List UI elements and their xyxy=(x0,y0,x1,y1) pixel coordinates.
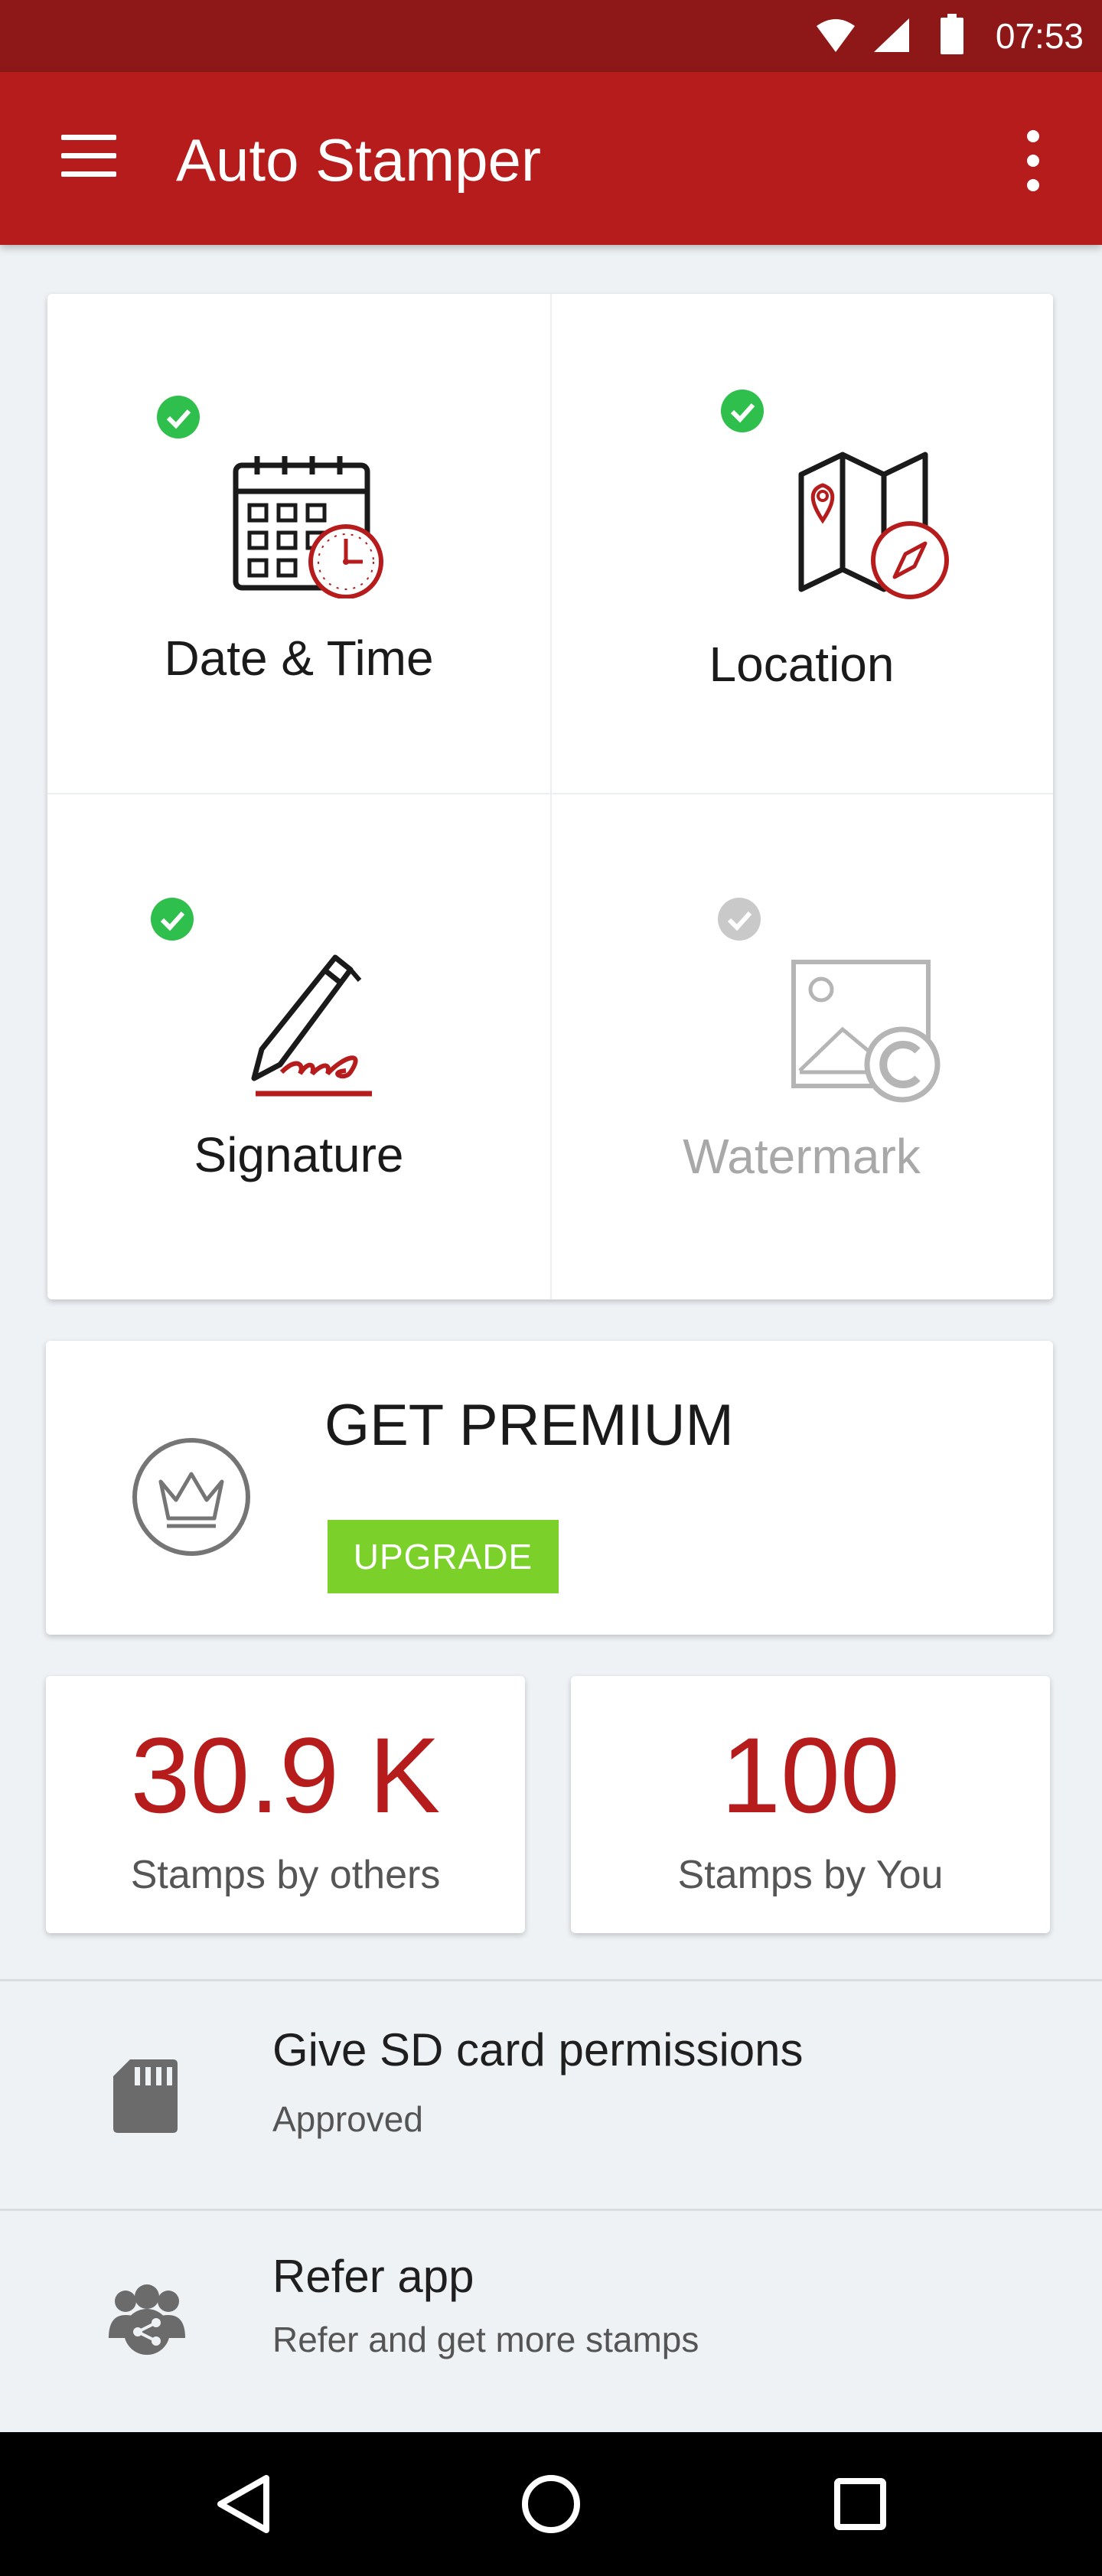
more-vert-icon[interactable] xyxy=(1010,122,1056,199)
check-icon xyxy=(721,390,764,432)
stat-label: Stamps by You xyxy=(677,1853,944,1897)
system-nav-bar xyxy=(0,2432,1102,2576)
list-title: Refer app xyxy=(272,2251,474,2302)
list-item-refer[interactable]: Refer app Refer and get more stamps xyxy=(0,2211,1102,2436)
tile-watermark[interactable]: Watermark xyxy=(550,797,1053,1299)
tile-signature[interactable]: Signature xyxy=(47,797,550,1299)
upgrade-button[interactable]: UPGRADE xyxy=(328,1520,559,1593)
stat-card-others: 30.9 K Stamps by others xyxy=(46,1676,525,1933)
tile-label: Watermark xyxy=(683,1129,921,1184)
calendar-clock-icon xyxy=(233,456,383,598)
tile-label: Location xyxy=(709,637,895,692)
premium-card: GET PREMIUM UPGRADE xyxy=(46,1341,1053,1635)
stat-value: 100 xyxy=(721,1715,900,1835)
check-icon xyxy=(718,898,761,941)
list-title: Give SD card permissions xyxy=(272,2024,804,2075)
battery-icon xyxy=(941,14,963,54)
check-icon xyxy=(151,898,194,941)
crown-icon xyxy=(132,1438,250,1556)
wifi-icon xyxy=(817,19,855,52)
home-icon[interactable] xyxy=(513,2466,589,2542)
list-subtitle: Approved xyxy=(272,2099,423,2139)
share-group-icon xyxy=(109,2284,185,2355)
stat-label: Stamps by others xyxy=(130,1853,441,1897)
back-icon[interactable] xyxy=(208,2466,285,2542)
status-time: 07:53 xyxy=(995,16,1084,56)
tile-label: Signature xyxy=(194,1127,404,1182)
hamburger-menu-icon[interactable] xyxy=(54,126,122,194)
sd-card-icon xyxy=(113,2059,178,2133)
map-compass-icon xyxy=(798,452,949,599)
app-bar: Auto Stamper xyxy=(0,72,1102,245)
feature-grid: Date & Time Location Signature Watermark xyxy=(47,294,1053,1299)
list-item-sd-card[interactable]: Give SD card permissions Approved xyxy=(0,1981,1102,2206)
tile-location[interactable]: Location xyxy=(550,294,1053,797)
tile-label: Date & Time xyxy=(164,631,434,686)
image-copyright-icon xyxy=(791,960,941,1103)
list-subtitle: Refer and get more stamps xyxy=(272,2320,699,2359)
premium-title: GET PREMIUM xyxy=(324,1393,734,1458)
stat-card-you: 100 Stamps by You xyxy=(571,1676,1050,1933)
pen-signature-icon xyxy=(251,954,372,1097)
status-bar: 07:53 xyxy=(0,0,1102,72)
app-title: Auto Stamper xyxy=(176,126,541,194)
tile-date-time[interactable]: Date & Time xyxy=(47,294,550,797)
recents-icon[interactable] xyxy=(822,2466,898,2542)
stat-value: 30.9 K xyxy=(130,1715,441,1835)
check-icon xyxy=(157,396,200,439)
cell-signal-icon xyxy=(874,18,909,52)
